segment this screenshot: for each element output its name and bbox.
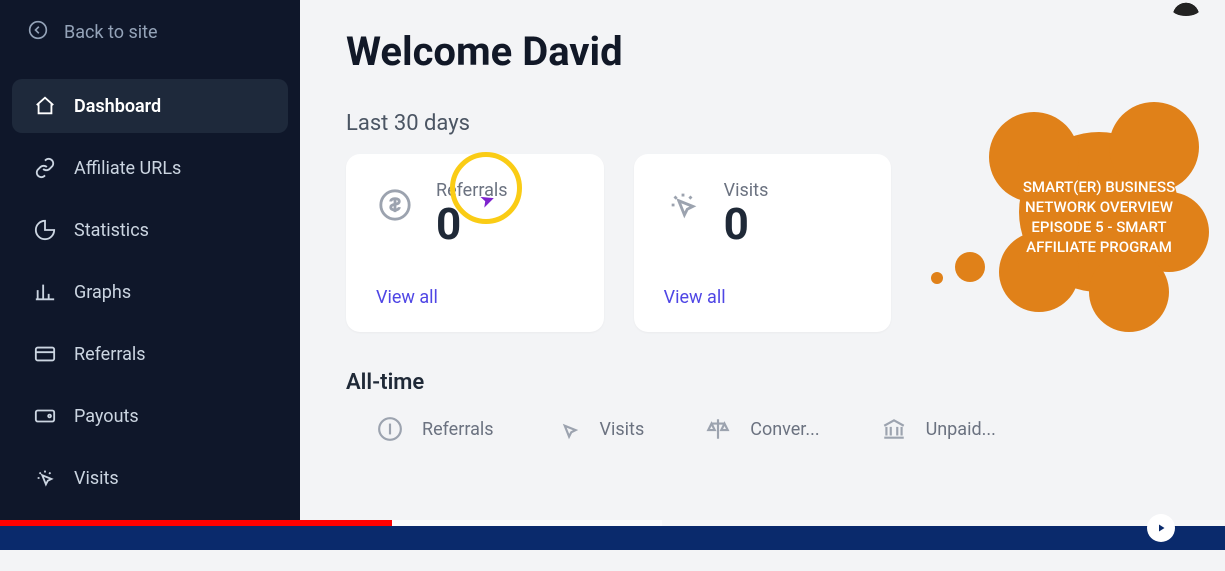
sidebar-item-label: Visits — [74, 468, 119, 489]
back-to-site-link[interactable]: Back to site — [0, 0, 300, 65]
view-all-visits-link[interactable]: View all — [664, 287, 862, 308]
sidebar-item-visits[interactable]: Visits — [12, 451, 288, 505]
annotation-text: SMART(ER) BUSINESS NETWORK OVERVIEW EPIS… — [989, 102, 1209, 332]
scale-icon — [704, 415, 732, 443]
sidebar-item-label: Statistics — [74, 220, 149, 241]
sidebar-item-label: Referrals — [74, 344, 146, 365]
back-arrow-icon — [28, 20, 48, 45]
sidebar-item-statistics[interactable]: Statistics — [12, 203, 288, 257]
alltime-item-label: Unpaid... — [926, 419, 996, 440]
sidebar-item-label: Affiliate URLs — [74, 158, 181, 179]
link-icon — [34, 157, 56, 179]
annotation-dot — [931, 272, 943, 284]
all-time-label: All-time — [346, 370, 1179, 395]
page-title: Welcome David — [346, 28, 1179, 75]
alltime-conversion: Conver... — [704, 415, 819, 443]
pie-icon — [34, 219, 56, 241]
annotation-cloud: SMART(ER) BUSINESS NETWORK OVERVIEW EPIS… — [989, 102, 1209, 332]
sidebar-item-affiliate-urls[interactable]: Affiliate URLs — [12, 141, 288, 195]
dollar-icon — [376, 186, 414, 224]
dollar-icon — [376, 415, 404, 443]
bank-icon — [880, 415, 908, 443]
view-all-referrals-link[interactable]: View all — [376, 287, 574, 308]
back-to-site-label: Back to site — [64, 22, 158, 43]
sidebar-nav: Dashboard Affiliate URLs Statistics Grap… — [0, 75, 300, 571]
card-referrals: Referrals 0 View all — [346, 154, 604, 332]
wallet-icon — [34, 405, 56, 427]
card-icon — [34, 343, 56, 365]
video-play-button[interactable] — [1147, 514, 1175, 542]
sidebar-item-label: Dashboard — [74, 96, 161, 117]
sidebar-item-label: Graphs — [74, 282, 131, 303]
all-time-row: Referrals Visits Conver... Unpaid... — [346, 415, 1179, 443]
sidebar: Back to site Dashboard Affiliate URLs St — [0, 0, 300, 550]
metric-value: 0 — [724, 201, 769, 247]
sidebar-item-payouts[interactable]: Payouts — [12, 389, 288, 443]
home-icon — [34, 95, 56, 117]
metric-value: 0 — [436, 201, 508, 247]
card-visits: Visits 0 View all — [634, 154, 892, 332]
alltime-unpaid: Unpaid... — [880, 415, 996, 443]
bar-icon — [34, 281, 56, 303]
sidebar-item-dashboard[interactable]: Dashboard — [12, 79, 288, 133]
annotation-dot — [955, 252, 985, 282]
sidebar-item-graphs[interactable]: Graphs — [12, 265, 288, 319]
click-icon — [34, 467, 56, 489]
avatar[interactable] — [1171, 0, 1201, 16]
alltime-visits: Visits — [554, 415, 645, 443]
click-icon — [664, 186, 702, 224]
alltime-referrals: Referrals — [376, 415, 494, 443]
app-root: Back to site Dashboard Affiliate URLs St — [0, 0, 1225, 550]
alltime-item-label: Referrals — [422, 419, 494, 440]
sidebar-item-label: Payouts — [74, 406, 139, 427]
click-icon — [554, 415, 582, 443]
alltime-item-label: Conver... — [750, 419, 819, 440]
sidebar-item-referrals[interactable]: Referrals — [12, 327, 288, 381]
alltime-item-label: Visits — [600, 419, 645, 440]
video-control-bar — [0, 526, 1225, 550]
